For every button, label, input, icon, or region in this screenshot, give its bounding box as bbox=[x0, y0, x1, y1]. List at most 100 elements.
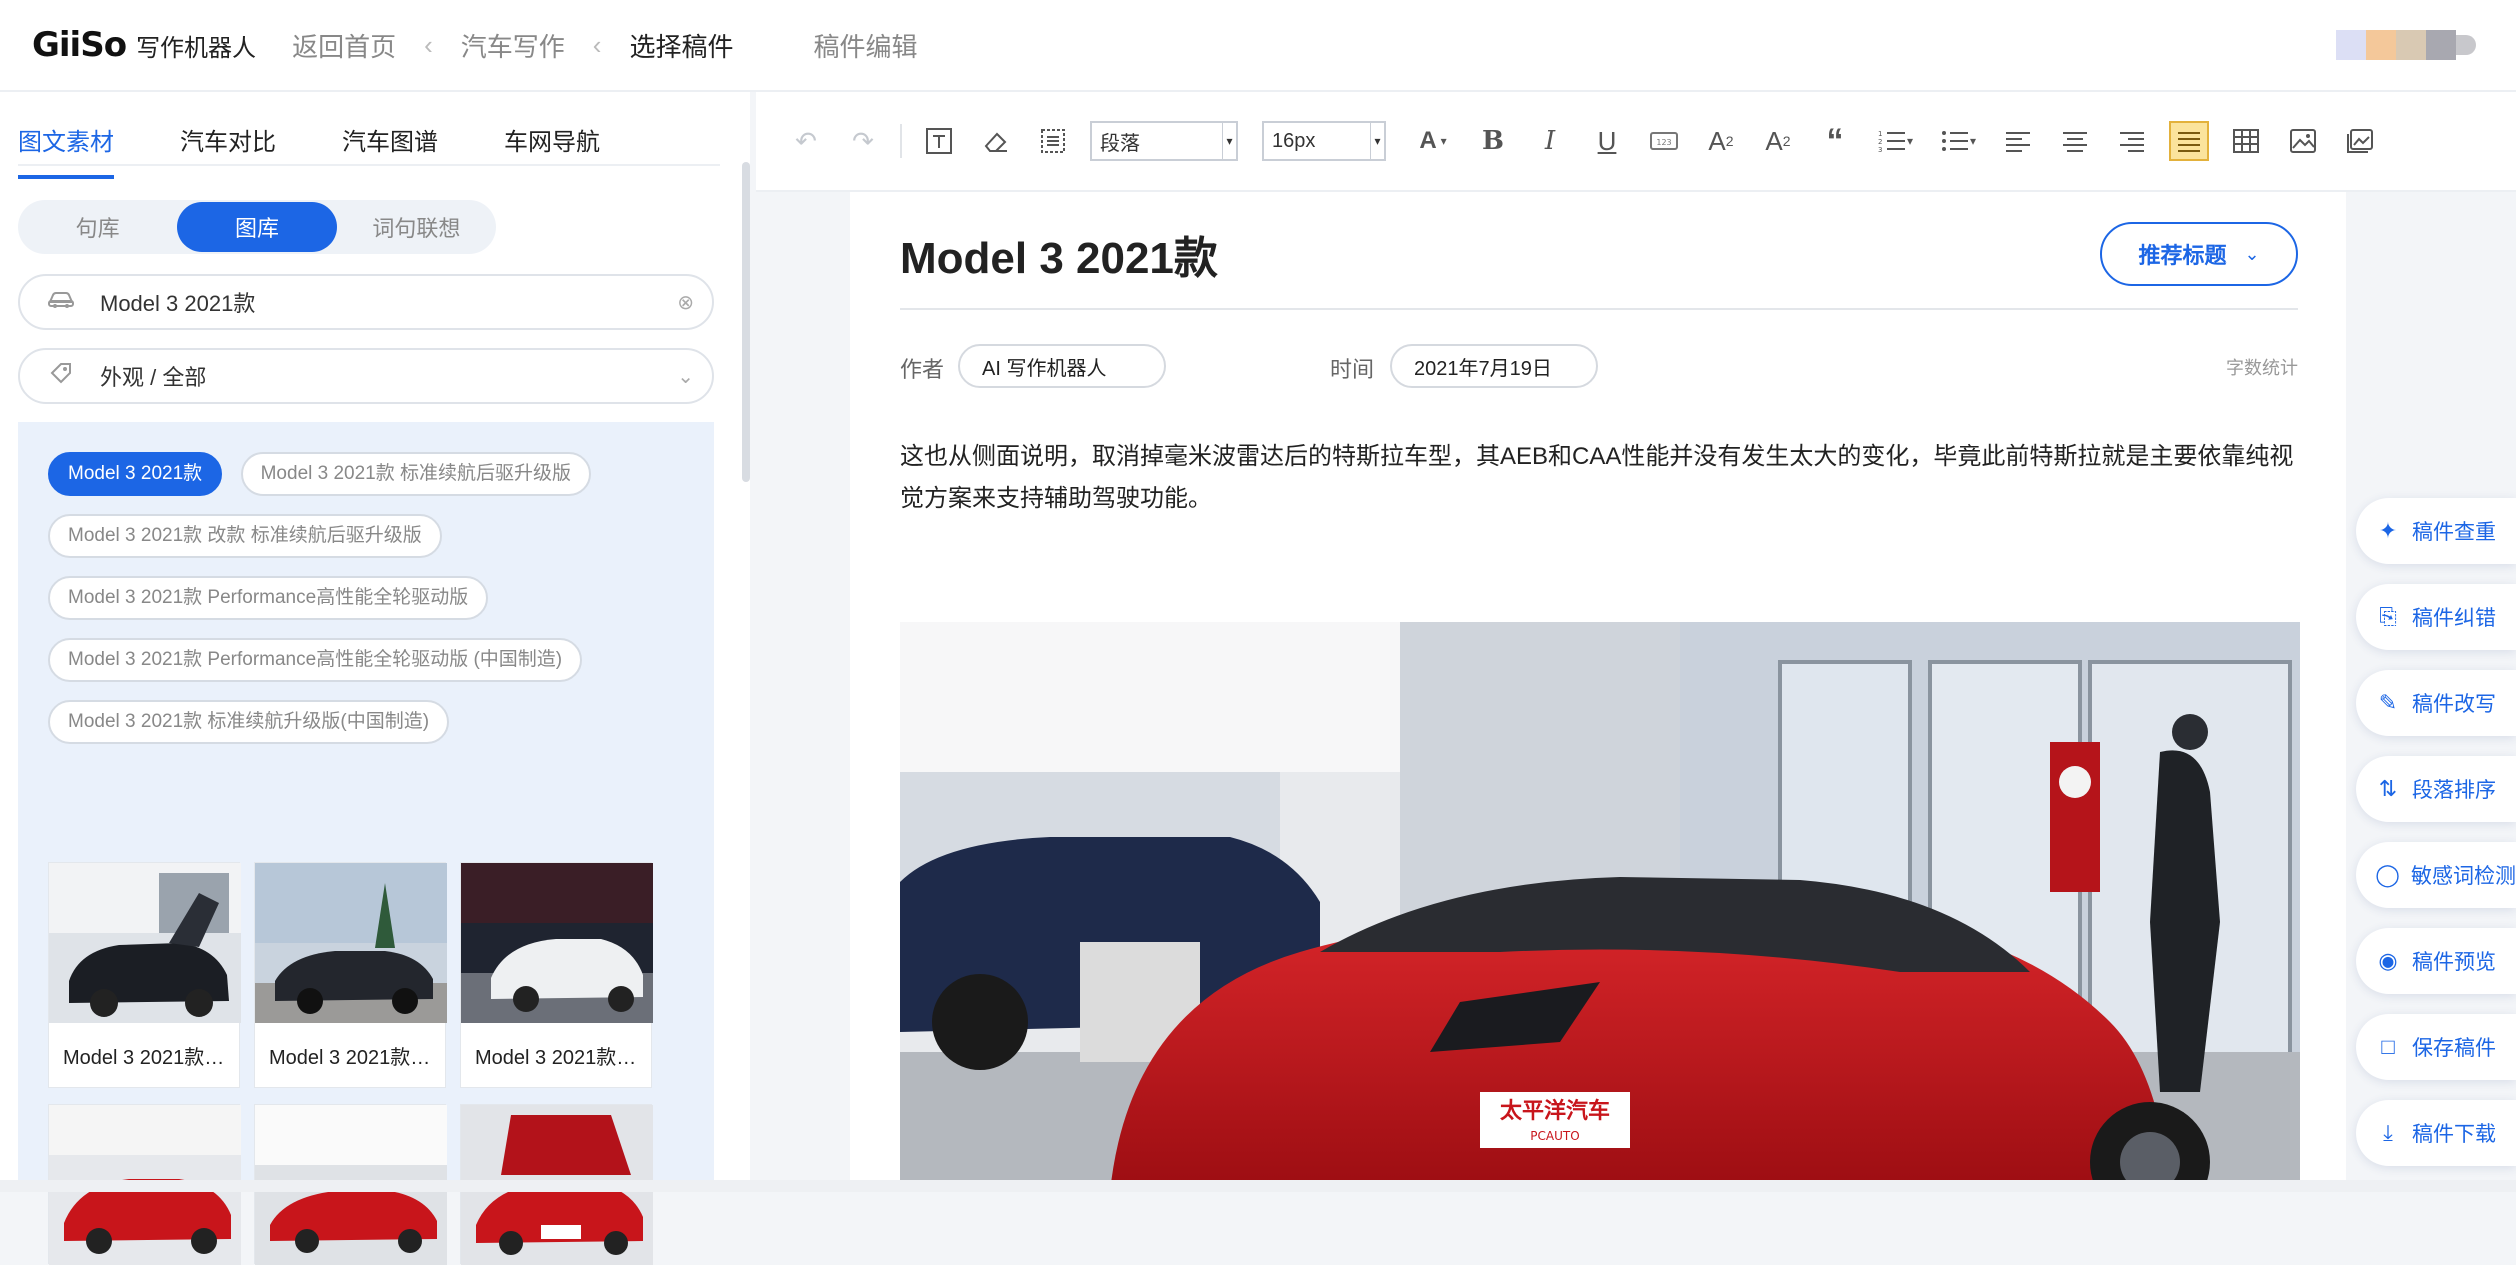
download-button[interactable]: ⤓ 稿件下载 bbox=[2356, 1100, 2516, 1166]
bottom-scrollbar[interactable] bbox=[0, 1180, 2516, 1192]
underline-icon[interactable]: U bbox=[1587, 121, 1627, 161]
editor-toolbar: ↶ ↷ 段落 ▾ 16px ▾ A ▾ B I U 123 A2 A2 “ 123… bbox=[756, 92, 2516, 192]
image-thumb[interactable]: Model 3 2021款 外观 bbox=[460, 862, 653, 1088]
watermark-text: 太平洋汽车 bbox=[1500, 1098, 1610, 1124]
model-chip[interactable]: Model 3 2021款 bbox=[48, 452, 223, 496]
document-editor[interactable]: Model 3 2021款 推荐标题 ⌄ 作者 AI 写作机器人 时间 2021… bbox=[850, 192, 2346, 1192]
model-chip[interactable]: Model 3 2021款 Performance高性能全轮驱动版 (中国制造) bbox=[48, 638, 583, 682]
recommend-title-button[interactable]: 推荐标题 ⌄ bbox=[2100, 222, 2298, 286]
author-label: 作者 bbox=[900, 357, 945, 382]
align-justify-icon[interactable] bbox=[2169, 121, 2209, 161]
image-library-panel: Model 3 2021款 Model 3 2021款 标准续航后驱升级版 Mo… bbox=[18, 422, 714, 1265]
document-paragraph[interactable]: 这也从侧面说明，取消掉毫米波雷达后的特斯拉车型，其AEB和CAA性能并没有发生太… bbox=[900, 436, 2300, 520]
sensitive-word-icon: ◯ bbox=[2375, 862, 2400, 887]
ordered-list-icon[interactable]: 1 2 3 ▾ bbox=[1872, 121, 1918, 161]
select-all-icon[interactable] bbox=[1033, 121, 1073, 161]
segment-image-lib[interactable]: 图库 bbox=[177, 202, 337, 252]
sensitive-word-label: 敏感词检测 bbox=[2411, 865, 2516, 888]
model-chip[interactable]: Model 3 2021款 标准续航升级版(中国制造) bbox=[48, 700, 450, 744]
svg-text:1: 1 bbox=[1878, 130, 1882, 138]
superscript-icon[interactable]: A2 bbox=[1701, 121, 1741, 161]
article-image[interactable]: 太平洋汽车 PCAUTO bbox=[900, 622, 2300, 1192]
thumb-caption: Model 3 2021款 外观 bbox=[63, 1047, 239, 1069]
watermark-subtext: PCAUTO bbox=[1530, 1129, 1579, 1143]
rewrite-button[interactable]: ✎ 稿件改写 bbox=[2356, 670, 2516, 736]
chevron-down-icon: ⌄ bbox=[2244, 243, 2260, 264]
top-bar: GiiSo 写作机器人 返回首页 ‹ 汽车写作 ‹ 选择稿件 稿件编辑 bbox=[0, 0, 2516, 92]
tab-car-compare[interactable]: 汽车对比 bbox=[180, 122, 276, 179]
eraser-icon[interactable] bbox=[976, 121, 1016, 161]
code-icon[interactable]: 123 bbox=[1644, 121, 1684, 161]
undo-icon[interactable]: ↶ bbox=[786, 121, 826, 161]
subscript-icon[interactable]: A2 bbox=[1758, 121, 1798, 161]
library-switch: 句库 图库 词句联想 bbox=[18, 200, 496, 254]
image-icon[interactable] bbox=[2283, 121, 2323, 161]
sort-icon: ⇅ bbox=[2378, 776, 2398, 801]
italic-icon[interactable]: I bbox=[1530, 121, 1570, 161]
gallery-icon[interactable] bbox=[2340, 121, 2380, 161]
segment-sentence-lib[interactable]: 句库 bbox=[18, 202, 177, 252]
error-correct-button[interactable]: ⎘ 稿件纠错 bbox=[2356, 584, 2516, 650]
app-logo[interactable]: GiiSo 写作机器人 bbox=[32, 25, 256, 65]
panel-scrollbar[interactable] bbox=[742, 162, 750, 482]
category-select[interactable]: 外观 / 全部 ⌄ bbox=[18, 348, 714, 404]
tab-car-graph[interactable]: 汽车图谱 bbox=[342, 122, 438, 179]
model-chip[interactable]: Model 3 2021款 Performance高性能全轮驱动版 bbox=[48, 576, 489, 620]
error-correct-label: 稿件纠错 bbox=[2412, 607, 2496, 630]
caret-down-icon: ▾ bbox=[1370, 123, 1384, 159]
save-label: 保存稿件 bbox=[2412, 1037, 2496, 1060]
model-chip[interactable]: Model 3 2021款 改款 标准续航后驱升级版 bbox=[48, 514, 442, 558]
chevron-down-icon: ⌄ bbox=[677, 365, 694, 388]
align-left-icon[interactable] bbox=[1998, 121, 2038, 161]
author-field[interactable]: AI 写作机器人 bbox=[958, 344, 1166, 388]
car-model-select[interactable]: Model 3 2021款 ⊗ bbox=[18, 274, 714, 330]
model-chip[interactable]: Model 3 2021款 标准续航后驱升级版 bbox=[240, 452, 592, 496]
save-button[interactable]: □ 保存稿件 bbox=[2356, 1014, 2516, 1080]
table-icon[interactable] bbox=[2226, 121, 2266, 161]
logo-mark: GiiSo bbox=[32, 25, 127, 65]
model-chip-list: Model 3 2021款 Model 3 2021款 标准续航后驱升级版 Mo… bbox=[48, 452, 698, 762]
clear-icon[interactable]: ⊗ bbox=[677, 290, 694, 315]
caret-down-icon: ▾ bbox=[1222, 123, 1236, 159]
rewrite-icon: ✎ bbox=[2378, 690, 2398, 715]
thumb-image bbox=[461, 863, 653, 1023]
time-field[interactable]: 2021年7月19日 bbox=[1390, 344, 1598, 388]
font-color-icon[interactable]: A ▾ bbox=[1410, 121, 1456, 161]
material-tabs: 图文素材 汽车对比 汽车图谱 车网导航 bbox=[18, 122, 666, 179]
chevron-left-icon: ‹ bbox=[424, 29, 433, 60]
word-count-link[interactable]: 字数统计 bbox=[2226, 354, 2298, 380]
segment-phrase-assoc[interactable]: 词句联想 bbox=[337, 202, 496, 252]
sensitive-word-button[interactable]: ◯ 敏感词检测 bbox=[2356, 842, 2516, 908]
document-title[interactable]: Model 3 2021款 bbox=[900, 222, 1218, 286]
block-format-select[interactable]: 段落 ▾ bbox=[1090, 121, 1238, 161]
redo-icon[interactable]: ↷ bbox=[843, 121, 883, 161]
preview-button[interactable]: ◉ 稿件预览 bbox=[2356, 928, 2516, 994]
nav-select-draft[interactable]: 选择稿件 bbox=[629, 27, 733, 64]
paragraph-sort-button[interactable]: ⇅ 段落排序 bbox=[2356, 756, 2516, 822]
thumb-caption: Model 3 2021款 外观 bbox=[269, 1047, 445, 1069]
tabs-divider bbox=[18, 164, 720, 166]
nav-car-writing-link[interactable]: 汽车写作 bbox=[461, 27, 565, 64]
title-divider bbox=[900, 308, 2298, 310]
image-thumb[interactable]: Model 3 2021款 外观 bbox=[254, 862, 447, 1088]
align-right-icon[interactable] bbox=[2112, 121, 2152, 161]
nav-home-link[interactable]: 返回首页 bbox=[292, 27, 396, 64]
font-size-value: 16px bbox=[1272, 129, 1316, 152]
chevron-left-icon: ‹ bbox=[592, 29, 602, 60]
duplicate-check-button[interactable]: ✦ 稿件查重 bbox=[2356, 498, 2516, 564]
tag-icon bbox=[46, 361, 76, 391]
download-label: 稿件下载 bbox=[2412, 1123, 2496, 1146]
tab-image-text[interactable]: 图文素材 bbox=[18, 122, 114, 179]
image-thumb[interactable]: Model 3 2021款 外观 bbox=[48, 862, 241, 1088]
nav-edit-draft[interactable]: 稿件编辑 bbox=[813, 27, 917, 64]
align-center-icon[interactable] bbox=[2055, 121, 2095, 161]
quote-icon[interactable]: “ bbox=[1815, 121, 1855, 161]
user-avatar[interactable] bbox=[2336, 30, 2476, 60]
tab-car-nav[interactable]: 车网导航 bbox=[504, 122, 600, 179]
font-size-select[interactable]: 16px ▾ bbox=[1262, 121, 1386, 161]
app-name: 写作机器人 bbox=[136, 34, 257, 62]
bullet-list-icon[interactable]: ▾ bbox=[1935, 121, 1981, 161]
duplicate-check-label: 稿件查重 bbox=[2412, 521, 2496, 544]
bold-icon[interactable]: B bbox=[1473, 121, 1513, 161]
text-box-icon[interactable] bbox=[919, 121, 959, 161]
